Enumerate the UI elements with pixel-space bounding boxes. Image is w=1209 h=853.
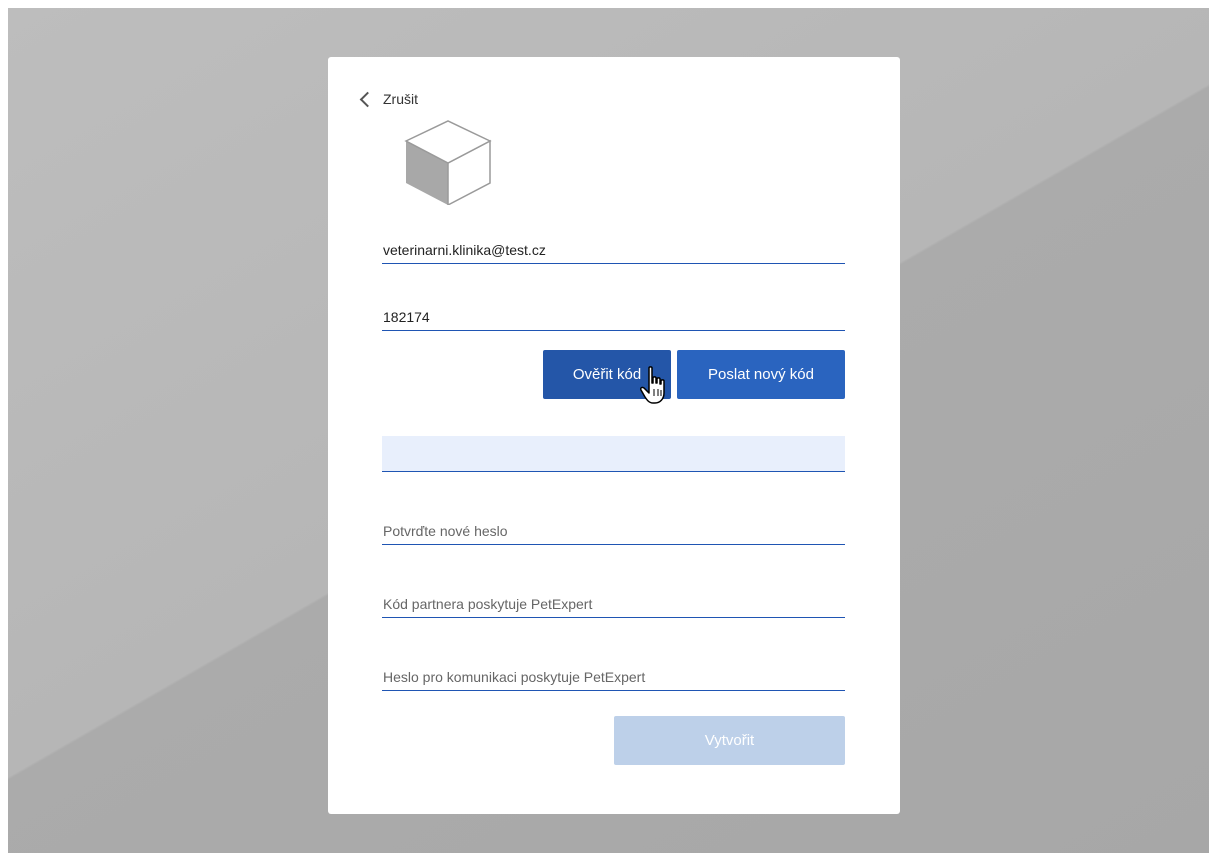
cancel-label: Zrušit: [383, 91, 418, 107]
communication-password-field[interactable]: Heslo pro komunikaci poskytuje PetExpert: [382, 663, 845, 691]
confirm-password-field[interactable]: Potvrďte nové heslo: [382, 517, 845, 545]
cube-icon: [404, 120, 492, 205]
new-password-field[interactable]: [382, 436, 845, 472]
partner-code-field[interactable]: Kód partnera poskytuje PetExpert: [382, 590, 845, 618]
hand-cursor-icon: [640, 366, 665, 404]
chevron-left-icon: [359, 91, 376, 107]
cancel-link[interactable]: Zrušit: [358, 89, 418, 109]
create-button[interactable]: Vytvořit: [614, 716, 845, 765]
verification-code-field[interactable]: 182174: [382, 303, 845, 331]
email-field[interactable]: veterinarni.klinika@test.cz: [382, 236, 845, 264]
signup-card: Zrušit veterinarni.klinika@test.cz 18217…: [328, 57, 900, 814]
send-new-code-button[interactable]: Poslat nový kód: [677, 350, 845, 399]
